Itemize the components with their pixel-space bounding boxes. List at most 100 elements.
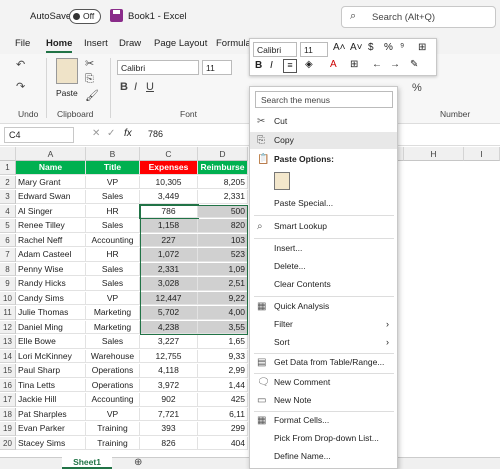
format-painter-icon[interactable]: 🖌 <box>85 89 99 102</box>
menu-item-cut[interactable]: ✂ Cut <box>250 113 397 130</box>
font-color-icon[interactable]: A <box>330 59 337 70</box>
table-cell[interactable]: 227 <box>140 233 198 247</box>
tab-home[interactable]: Home <box>46 38 72 49</box>
table-cell[interactable]: 1,44 <box>198 378 248 392</box>
borders-dropdown-icon[interactable]: ⊞ <box>350 59 358 70</box>
save-icon[interactable] <box>110 9 123 22</box>
table-cell[interactable]: 3,972 <box>140 378 198 392</box>
table-cell[interactable]: Tina Letts <box>16 378 86 392</box>
table-cell[interactable]: VP <box>86 291 140 305</box>
menu-item-delete[interactable]: Delete... <box>250 258 397 275</box>
decrease-decimal-icon[interactable]: ← <box>372 59 382 70</box>
header-cell[interactable]: Reimburse <box>198 161 248 175</box>
fill-color-icon[interactable]: ◈ <box>305 59 313 70</box>
tab-insert[interactable]: Insert <box>84 38 108 49</box>
table-cell[interactable]: Marketing <box>86 306 140 320</box>
enter-icon[interactable]: ✓ <box>107 128 115 139</box>
table-cell[interactable]: 12,447 <box>140 291 198 305</box>
table-cell[interactable]: Marketing <box>86 320 140 334</box>
row-header[interactable]: 8 <box>0 262 16 276</box>
table-cell[interactable]: Mary Grant <box>16 175 86 189</box>
table-cell[interactable]: 4,118 <box>140 364 198 378</box>
table-cell[interactable]: 4,00 <box>198 306 248 320</box>
table-cell[interactable]: Sales <box>86 335 140 349</box>
table-cell[interactable]: Jackie Hill <box>16 393 86 407</box>
row-header[interactable]: 5 <box>0 219 16 233</box>
row-header[interactable]: 17 <box>0 393 16 407</box>
table-cell[interactable]: 3,028 <box>140 277 198 291</box>
table-cell[interactable]: Penny Wise <box>16 262 86 276</box>
mini-font-size[interactable]: 11 <box>300 42 328 57</box>
currency-icon[interactable]: $ <box>368 42 374 53</box>
fx-icon[interactable]: fx <box>124 128 132 139</box>
comma-icon[interactable]: ⁹ <box>400 42 404 53</box>
row-header[interactable]: 3 <box>0 190 16 204</box>
tab-file[interactable]: File <box>15 38 30 49</box>
tab-formulas[interactable]: Formula <box>216 38 251 49</box>
table-cell[interactable]: 3,55 <box>198 320 248 334</box>
percent-icon[interactable]: % <box>412 82 422 94</box>
table-cell[interactable]: 7,721 <box>140 407 198 421</box>
italic-icon[interactable]: I <box>134 81 137 93</box>
column-header[interactable]: B <box>86 147 140 161</box>
menu-item-smart-lookup[interactable]: ⌕ Smart Lookup <box>250 218 397 235</box>
header-cell[interactable]: Title <box>86 161 140 175</box>
table-cell[interactable]: 2,99 <box>198 364 248 378</box>
menu-item-pick-from-list[interactable]: Pick From Drop-down List... <box>250 430 397 447</box>
table-cell[interactable]: Daniel Ming <box>16 320 86 334</box>
row-header[interactable]: 14 <box>0 349 16 363</box>
select-all-corner[interactable] <box>0 147 16 161</box>
row-header[interactable]: 6 <box>0 233 16 247</box>
header-cell[interactable]: Name <box>16 161 86 175</box>
table-cell[interactable]: 4,238 <box>140 320 198 334</box>
undo-icon[interactable]: ↶ <box>16 58 25 71</box>
table-cell[interactable]: Edward Swan <box>16 190 86 204</box>
menu-item-sort[interactable]: Sort › <box>250 334 397 351</box>
borders-icon[interactable]: ⊞ <box>418 42 426 53</box>
table-cell[interactable]: 1,158 <box>140 219 198 233</box>
menu-item-copy[interactable]: ⎘ Copy <box>250 132 397 149</box>
paste-icon[interactable] <box>56 58 78 84</box>
table-cell[interactable]: 826 <box>140 436 198 450</box>
table-cell[interactable]: 1,072 <box>140 248 198 262</box>
table-cell[interactable]: Sales <box>86 219 140 233</box>
percent-icon[interactable]: % <box>384 42 393 53</box>
decrease-font-icon[interactable]: A˅ <box>350 42 363 53</box>
row-header[interactable]: 20 <box>0 436 16 450</box>
table-cell[interactable]: Evan Parker <box>16 422 86 436</box>
table-cell[interactable]: Accounting <box>86 393 140 407</box>
column-header[interactable]: D <box>198 147 248 161</box>
menu-item-get-data[interactable]: ▤ Get Data from Table/Range... <box>250 354 397 371</box>
table-cell[interactable]: 902 <box>140 393 198 407</box>
table-cell[interactable]: HR <box>86 204 140 218</box>
table-cell[interactable]: Rachel Neff <box>16 233 86 247</box>
redo-icon[interactable]: ↷ <box>16 80 25 93</box>
row-header[interactable]: 19 <box>0 422 16 436</box>
table-cell[interactable]: 12,755 <box>140 349 198 363</box>
table-cell[interactable]: HR <box>86 248 140 262</box>
row-header[interactable]: 16 <box>0 378 16 392</box>
table-cell[interactable]: 103 <box>198 233 248 247</box>
row-header[interactable]: 12 <box>0 320 16 334</box>
table-cell[interactable]: Lori McKinney <box>16 349 86 363</box>
table-cell[interactable]: 425 <box>198 393 248 407</box>
table-cell[interactable]: Candy Sims <box>16 291 86 305</box>
table-cell[interactable]: 1,65 <box>198 335 248 349</box>
bold-icon[interactable]: B <box>120 81 128 93</box>
table-cell[interactable]: 393 <box>140 422 198 436</box>
column-header[interactable]: I <box>464 147 500 161</box>
table-cell[interactable]: Operations <box>86 378 140 392</box>
menu-item-new-comment[interactable]: 🗨 New Comment <box>250 374 397 391</box>
autosave-toggle[interactable]: Off <box>69 9 101 24</box>
table-cell[interactable]: VP <box>86 407 140 421</box>
row-header[interactable]: 1 <box>0 161 16 175</box>
format-painter-icon[interactable]: ✎ <box>410 59 418 70</box>
row-header[interactable]: 9 <box>0 277 16 291</box>
bold-icon[interactable]: B <box>255 60 262 71</box>
table-cell[interactable]: 2,331 <box>140 262 198 276</box>
column-header[interactable]: C <box>140 147 198 161</box>
menu-item-quick-analysis[interactable]: ▦ Quick Analysis <box>250 298 397 315</box>
table-cell[interactable]: 9,33 <box>198 349 248 363</box>
align-center-icon[interactable]: ≡ <box>283 59 297 73</box>
menu-item-define-name[interactable]: Define Name... <box>250 448 397 465</box>
